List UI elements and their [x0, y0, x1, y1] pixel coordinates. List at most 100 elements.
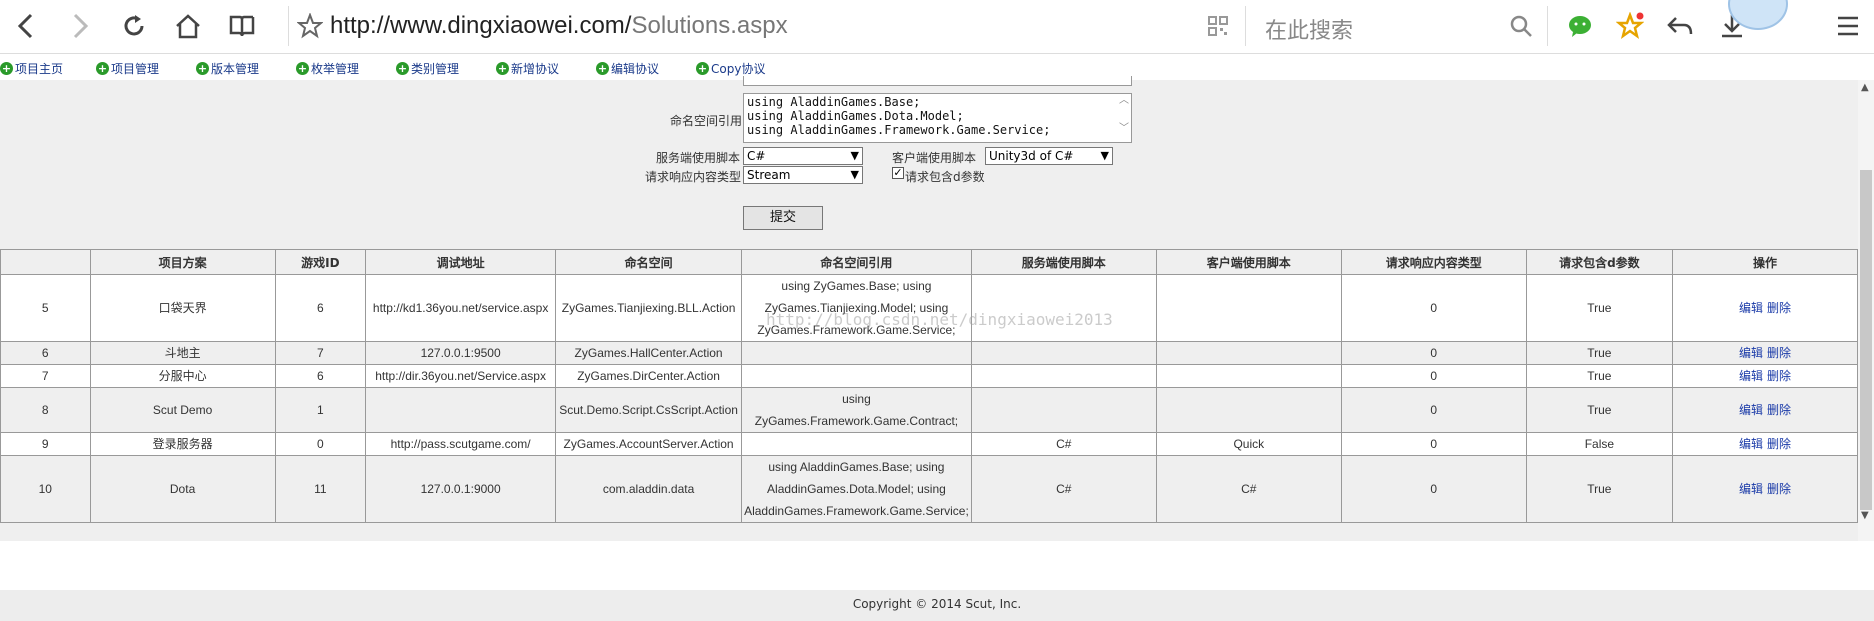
scroll-down-icon[interactable]: ▼ [1861, 510, 1869, 521]
undo-icon[interactable] [1662, 8, 1698, 44]
client-script-select[interactable]: Unity3d of C# ▼ [985, 147, 1113, 165]
chevron-down-icon: ▼ [1100, 149, 1109, 162]
scroll-up-icon[interactable]: ▲ [1861, 82, 1869, 93]
menu-item-categories[interactable]: + 类别管理 [396, 60, 459, 77]
menu-label: 项目主页 [15, 62, 64, 76]
table-header-row: 项目方案 游戏ID 调试地址 命名空间 命名空间引用 服务端使用脚本 客户端使用… [0, 249, 1858, 275]
table-row: 9 登录服务器 0 http://pass.scutgame.com/ ZyGa… [0, 432, 1858, 456]
cell-game-id: 1 [274, 387, 367, 433]
url-field[interactable]: http://www.dingxiaowei.com/Solutions.asp… [330, 12, 788, 40]
home-icon[interactable] [170, 8, 206, 44]
column-header: 服务端使用脚本 [970, 249, 1157, 275]
delete-link[interactable]: 删除 [1767, 482, 1791, 496]
menu-item-versions[interactable]: + 版本管理 [196, 60, 259, 77]
solutions-table: 项目方案 游戏ID 调试地址 命名空间 命名空间引用 服务端使用脚本 客户端使用… [0, 249, 1858, 523]
cell-client-script: Quick [1155, 432, 1342, 456]
cell-name: 口袋天界 [89, 274, 276, 342]
separator [288, 6, 289, 46]
cell-debug-url: http://kd1.36you.net/service.aspx [365, 274, 557, 342]
delete-link[interactable]: 删除 [1767, 369, 1791, 383]
watermark: http://blog.csdn.net/dingxiaowei2013 [766, 310, 1113, 329]
column-header: 命名空间引用 [741, 249, 972, 275]
search-input[interactable]: 在此搜索 [1265, 13, 1353, 45]
server-script-select[interactable]: C# ▼ [743, 147, 863, 165]
edit-link[interactable]: 编辑 [1739, 437, 1763, 451]
menu-label: Copy协议 [711, 62, 766, 76]
delete-link[interactable]: 删除 [1767, 301, 1791, 315]
menu-item-enums[interactable]: + 枚举管理 [296, 60, 359, 77]
cell-client-script: C# [1155, 455, 1342, 523]
reload-icon[interactable] [116, 8, 152, 44]
menu-label: 版本管理 [211, 62, 260, 76]
menu-item-edit-protocol[interactable]: + 编辑协议 [596, 60, 659, 77]
favorites-icon[interactable] [1612, 8, 1648, 44]
column-header: 调试地址 [365, 249, 557, 275]
edit-link[interactable]: 编辑 [1739, 482, 1763, 496]
include-d-checkbox[interactable]: ✓ [892, 167, 904, 179]
menu-item-projects[interactable]: + 项目管理 [96, 60, 159, 77]
cell-response-type: 0 [1340, 274, 1527, 342]
edit-link[interactable]: 编辑 [1739, 403, 1763, 417]
column-header: 命名空间 [555, 249, 743, 275]
cell-server-script: C# [970, 432, 1157, 456]
menu-label: 新增协议 [511, 62, 560, 76]
edit-link[interactable]: 编辑 [1739, 369, 1763, 383]
forward-icon[interactable] [62, 8, 98, 44]
star-icon[interactable] [292, 8, 328, 44]
back-icon[interactable] [8, 8, 44, 44]
submit-button[interactable]: 提交 [743, 206, 823, 230]
textarea-line: using AladdinGames.Dota.Model; [747, 109, 964, 123]
menu-label: 项目管理 [111, 62, 160, 76]
menu-icon[interactable] [1830, 8, 1866, 44]
cell-id: 7 [0, 364, 91, 388]
search-icon[interactable] [1503, 8, 1539, 44]
delete-link[interactable]: 删除 [1767, 437, 1791, 451]
textarea-line: using AladdinGames.Framework.Game.Servic… [747, 123, 1051, 137]
cell-ns-ref: using ZyGames.Base; using ZyGames.Tianjie… [741, 274, 972, 342]
menu-item-home[interactable]: + 项目主页 [0, 60, 63, 77]
cell-namespace: ZyGames.HallCenter.Action [555, 341, 743, 365]
ns-ref-line: using AladdinGames.Base; using [768, 460, 945, 474]
separator [1547, 6, 1548, 46]
column-header: 操作 [1672, 249, 1858, 275]
cell-game-id: 11 [274, 455, 367, 523]
textarea-line: using AladdinGames.Base; [747, 95, 921, 109]
partial-input[interactable] [743, 76, 1132, 86]
cell-id: 10 [0, 455, 91, 523]
main-content: 命名空间引用 using AladdinGames.Base; using Al… [0, 76, 1858, 541]
scroll-thumb[interactable] [1860, 170, 1872, 510]
column-header: 请求包含d参数 [1525, 249, 1674, 275]
delete-link[interactable]: 删除 [1767, 403, 1791, 417]
cell-response-type: 0 [1340, 455, 1527, 523]
cell-include-d: False [1525, 432, 1674, 456]
separator [1245, 6, 1246, 46]
cell-actions: 编辑 删除 [1672, 274, 1858, 342]
reader-icon[interactable] [224, 8, 260, 44]
chevron-down-icon: ▼ [850, 168, 859, 181]
response-type-select[interactable]: Stream ▼ [743, 166, 863, 184]
cell-debug-url [365, 387, 557, 433]
plus-icon: + [396, 62, 409, 75]
cell-include-d: True [1525, 455, 1674, 523]
cell-debug-url: http://pass.scutgame.com/ [365, 432, 557, 456]
menu-item-add-protocol[interactable]: + 新增协议 [496, 60, 559, 77]
wechat-icon[interactable] [1562, 8, 1598, 44]
namespace-ref-textarea[interactable]: using AladdinGames.Base; using AladdinGa… [743, 93, 1132, 143]
footer: Copyright © 2014 Scut, Inc. [0, 590, 1874, 621]
ns-ref-line: ZyGames.Framework.Game.Contract; [754, 414, 959, 428]
edit-link[interactable]: 编辑 [1739, 346, 1763, 360]
edit-link[interactable]: 编辑 [1739, 301, 1763, 315]
cell-ns-ref [741, 341, 972, 365]
page-scrollbar[interactable]: ▲ ▼ [1858, 80, 1874, 541]
include-d-label: 请求包含d参数 [905, 170, 985, 184]
cell-include-d: True [1525, 387, 1674, 433]
cell-server-script: C# [970, 455, 1157, 523]
plus-icon: + [96, 62, 109, 75]
select-value: Stream [747, 168, 791, 182]
textarea-scroll-down[interactable]: ﹀ [1119, 122, 1129, 136]
delete-link[interactable]: 删除 [1767, 346, 1791, 360]
textarea-scroll-up[interactable]: ︿ [1119, 94, 1129, 108]
qrcode-icon[interactable] [1200, 8, 1236, 44]
cell-response-type: 0 [1340, 387, 1527, 433]
menu-item-copy-protocol[interactable]: + Copy协议 [696, 60, 765, 77]
